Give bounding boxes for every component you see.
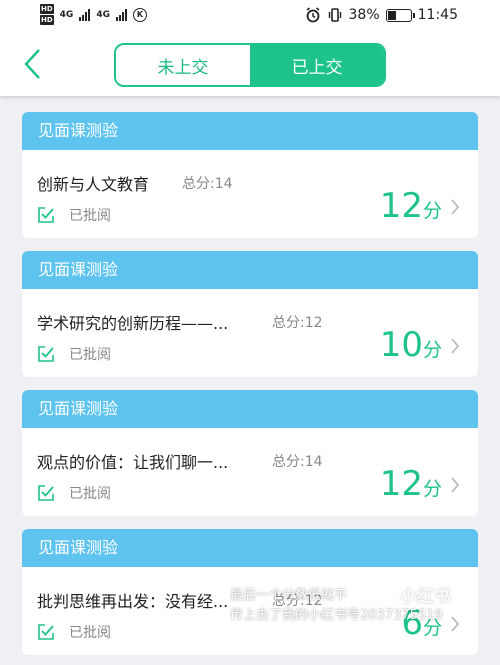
score-value: 12 bbox=[379, 464, 423, 504]
alarm-icon bbox=[306, 7, 320, 23]
card-category: 见面课测验 bbox=[22, 251, 478, 289]
graded-check-icon bbox=[38, 346, 54, 362]
tab-submitted[interactable]: 已上交 bbox=[250, 45, 384, 85]
review-status: 已批阅 bbox=[37, 344, 111, 364]
chevron-right-icon bbox=[451, 477, 460, 493]
graded-check-icon bbox=[38, 485, 54, 501]
score-display: 12分 bbox=[380, 464, 442, 509]
clock: 11:45 bbox=[417, 7, 458, 23]
graded-check-icon bbox=[38, 207, 54, 223]
quiz-card[interactable]: 见面课测验 创新与人文教育 总分:14 已批阅 12分 bbox=[22, 112, 478, 238]
graded-check-icon bbox=[38, 624, 54, 640]
card-category: 见面课测验 bbox=[22, 390, 478, 428]
review-status: 已批阅 bbox=[37, 205, 111, 225]
card-category: 见面课测验 bbox=[22, 529, 478, 567]
status-label: 已批阅 bbox=[69, 486, 111, 502]
signal-icon-2 bbox=[115, 9, 127, 21]
battery-percent: 38% bbox=[348, 7, 380, 23]
total-score: 总分:14 bbox=[182, 176, 233, 192]
hd-badge-top: HD bbox=[40, 4, 54, 14]
chevron-left-icon[interactable] bbox=[20, 46, 46, 82]
submission-tabs: 未上交 已上交 bbox=[114, 43, 386, 87]
score-unit: 分 bbox=[422, 200, 442, 222]
chevron-right-icon bbox=[451, 338, 460, 354]
score-display: 10分 bbox=[380, 325, 442, 370]
quiz-card[interactable]: 见面课测验 观点的价值：让我们聊一... 总分:14 已批阅 12分 bbox=[22, 390, 478, 516]
score-value: 10 bbox=[379, 325, 423, 365]
chevron-right-icon bbox=[451, 616, 460, 632]
hd-badge-bottom: HD bbox=[40, 15, 54, 25]
status-label: 已批阅 bbox=[69, 625, 111, 641]
overlay-line-2: 传上去了我的小红书号2037375519 bbox=[230, 608, 443, 623]
score-value: 12 bbox=[379, 186, 423, 226]
score-unit: 分 bbox=[422, 339, 442, 361]
status-label: 已批阅 bbox=[69, 347, 111, 363]
hd-indicator: HD HD bbox=[40, 4, 54, 26]
quiz-title: 学术研究的创新历程——... bbox=[37, 314, 229, 333]
quiz-title: 观点的价值：让我们聊一... bbox=[37, 453, 229, 472]
quiz-card[interactable]: 见面课测验 学术研究的创新历程——... 总分:12 已批阅 10分 bbox=[22, 251, 478, 377]
carrier-icon: K bbox=[132, 8, 147, 22]
review-status: 已批阅 bbox=[37, 622, 111, 642]
network-type-2: 4G bbox=[96, 10, 110, 20]
chevron-right-icon bbox=[451, 199, 460, 215]
watermark-logo: 小红书 bbox=[400, 587, 451, 607]
total-score: 总分:14 bbox=[272, 454, 323, 470]
total-score: 总分:12 bbox=[272, 315, 323, 331]
status-label: 已批阅 bbox=[69, 208, 111, 224]
status-bar: HD HD 4G 4G K 38% 11:45 bbox=[0, 0, 500, 32]
review-status: 已批阅 bbox=[37, 483, 111, 503]
status-right: 38% 11:45 bbox=[305, 7, 458, 23]
top-nav: 未上交 已上交 bbox=[0, 32, 500, 96]
vibrate-icon bbox=[328, 8, 341, 22]
tab-not-submitted[interactable]: 未上交 bbox=[116, 45, 250, 85]
signal-icon bbox=[79, 9, 91, 21]
battery-icon bbox=[385, 8, 415, 22]
score-unit: 分 bbox=[422, 478, 442, 500]
status-left: HD HD 4G 4G K bbox=[40, 4, 147, 26]
quiz-title: 创新与人文教育 bbox=[37, 175, 150, 194]
score-display: 12分 bbox=[380, 186, 442, 231]
card-category: 见面课测验 bbox=[22, 112, 478, 150]
network-type-1: 4G bbox=[59, 10, 74, 20]
quiz-title: 批判思维再出发：没有经... bbox=[37, 592, 229, 611]
